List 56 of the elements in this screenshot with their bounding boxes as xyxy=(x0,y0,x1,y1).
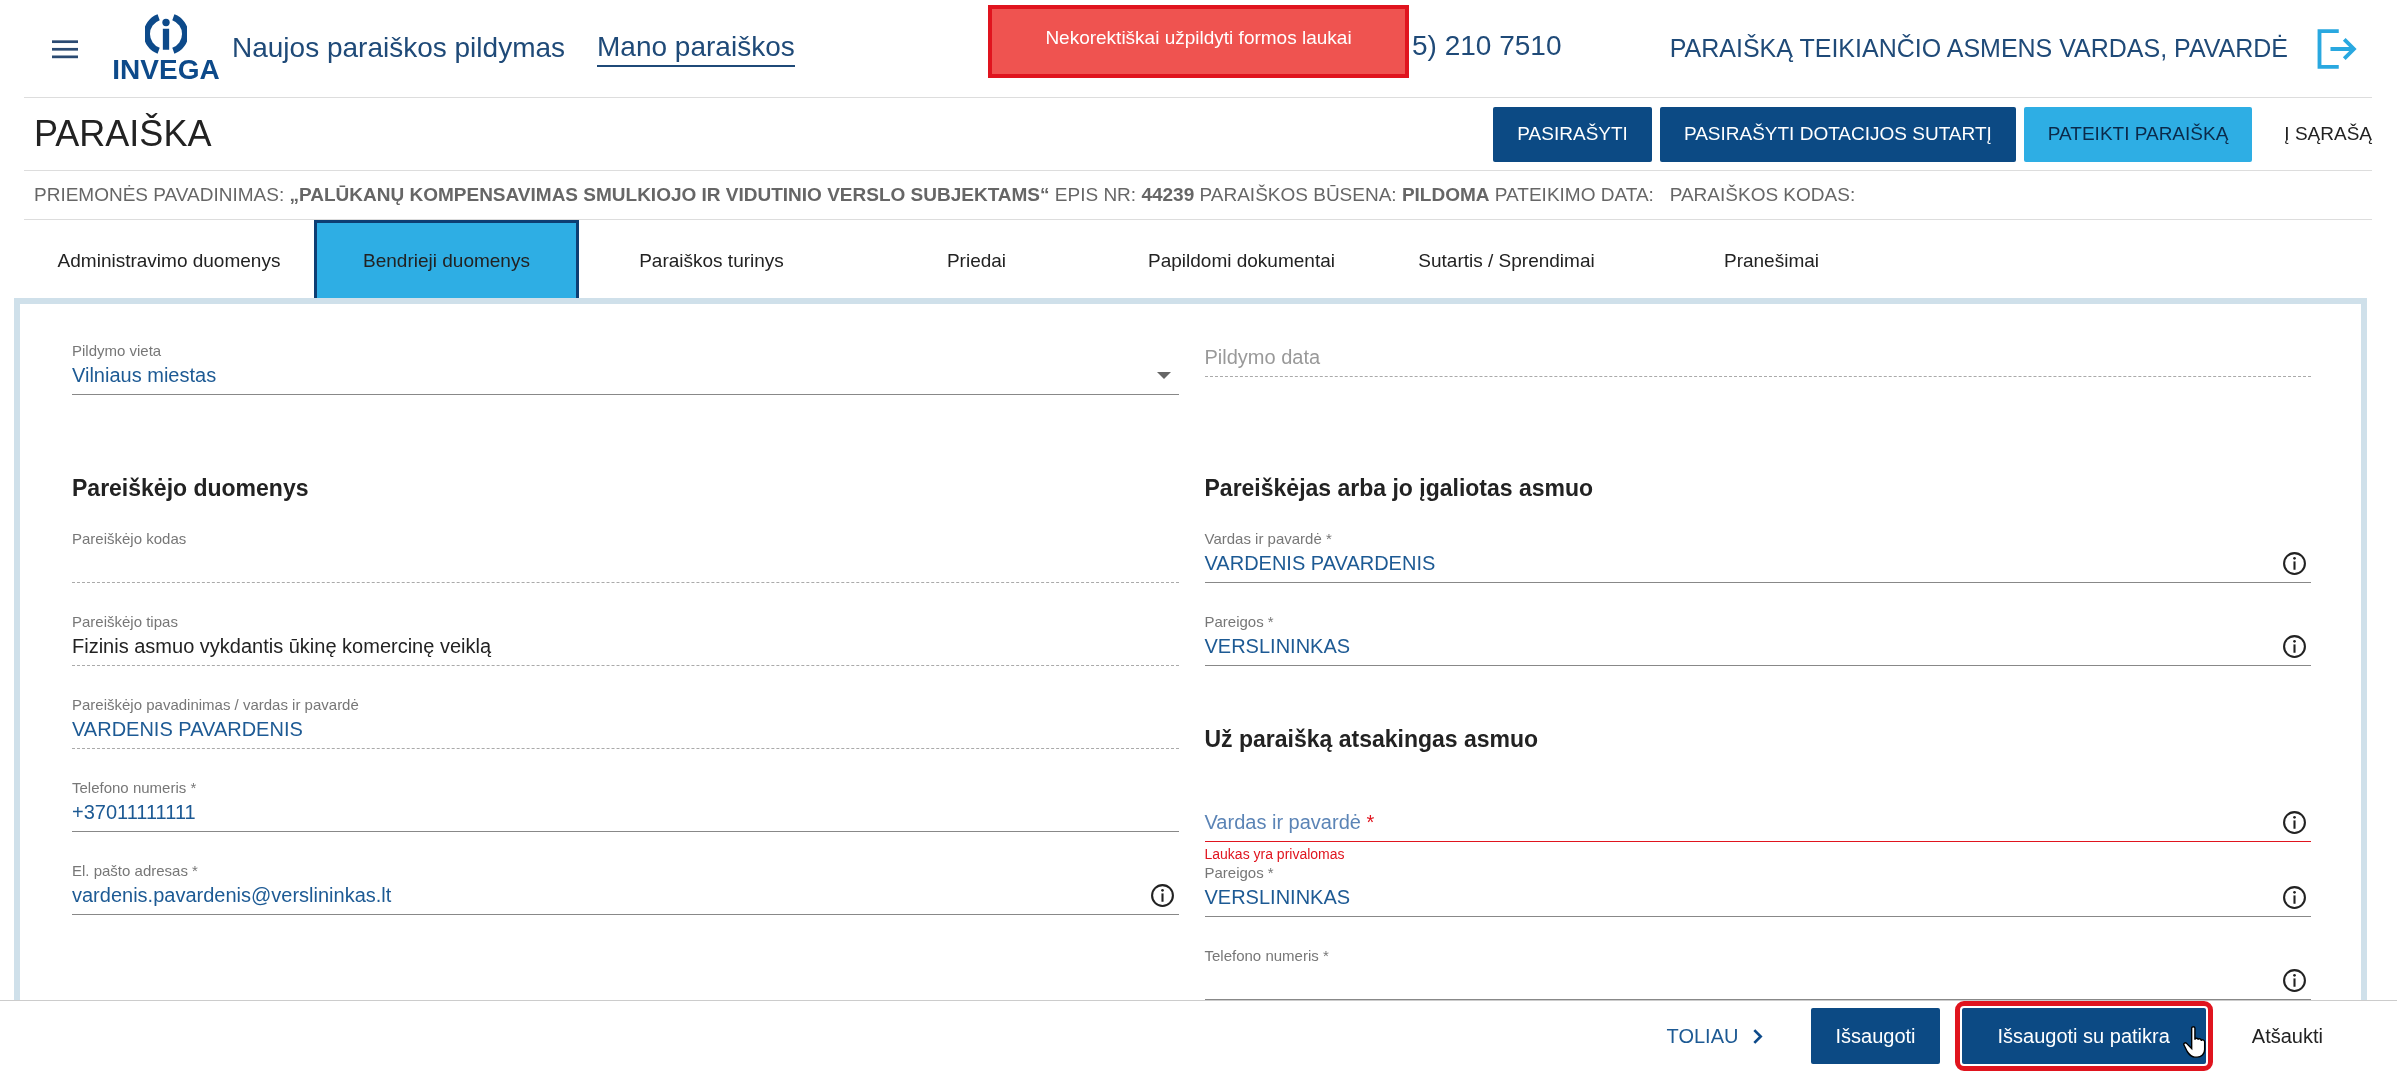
field-label: Pareigos * xyxy=(1204,864,1275,882)
tab[interactable]: Priedai xyxy=(844,220,1109,298)
input-field[interactable]: +37011111111 xyxy=(72,797,1179,832)
logo-icon xyxy=(145,12,187,55)
nav-link[interactable]: Mano paraiškos xyxy=(597,30,795,67)
logo-text: INVEGA xyxy=(112,54,220,85)
action-button[interactable]: Į SĄRAŠĄ xyxy=(2260,106,2372,162)
info-icon[interactable] xyxy=(2282,550,2307,576)
tab[interactable]: Bendrieji duomenys xyxy=(314,220,579,298)
input-field[interactable]: Fizinis asmuo vykdantis ūkinę komercinę veiklą xyxy=(72,631,1179,666)
field-label: Pareiškėjo kodas xyxy=(72,530,188,548)
action-button[interactable]: PASIRAŠYTI xyxy=(1493,106,1652,162)
input-field[interactable]: VARDENIS PAVARDENIS xyxy=(72,714,1179,749)
footer-button[interactable]: Išsaugoti xyxy=(1811,1008,1940,1064)
info-icon[interactable] xyxy=(2282,633,2307,659)
action-button[interactable]: PATEIKTI PARAIŠKĄ xyxy=(2023,106,2253,162)
input-field[interactable]: vardenis.pavardenis@verslininkas.lt xyxy=(72,880,1179,915)
action-button[interactable]: PASIRAŠYTI DOTACIJOS SUTARTĮ xyxy=(1659,106,2016,162)
info-icon[interactable] xyxy=(2282,884,2307,910)
chevron-right-icon xyxy=(1752,1027,1764,1045)
input-field[interactable]: Pildymo data xyxy=(1204,345,2311,369)
footer-button[interactable]: TOLIAU xyxy=(1642,1008,1788,1064)
tab[interactable]: Paraiškos turinys xyxy=(579,220,844,298)
input-field[interactable]: VERSLININKAS xyxy=(1204,631,2311,666)
field-label: Pareiškėjo pavadinimas / vardas ir pavardė xyxy=(72,696,360,714)
info-icon[interactable] xyxy=(1149,882,1175,908)
section-heading: Už paraišką atsakingas asmuo xyxy=(1204,726,1540,753)
dropdown-caret-icon xyxy=(1156,371,1171,379)
footer-button[interactable]: Atšaukti xyxy=(2227,1008,2347,1064)
nav-link[interactable]: Naujos paraiškos pildymas xyxy=(232,31,566,66)
field-label: El. pašto adresas * xyxy=(72,862,199,880)
tab[interactable]: Sutartis / Sprendimai xyxy=(1374,220,1639,298)
tab[interactable]: Papildomi dokumentai xyxy=(1109,220,1374,298)
tab[interactable]: Pranešimai xyxy=(1639,220,1904,298)
field-label: Telefono numeris * xyxy=(72,779,198,797)
info-icon[interactable] xyxy=(2282,809,2307,835)
menu-icon[interactable] xyxy=(52,38,78,59)
input-field[interactable]: VARDENIS PAVARDENIS xyxy=(1204,548,2311,583)
input-field[interactable]: VERSLININKAS xyxy=(1204,882,2311,917)
application-info: PRIEMONĖS PAVADINIMAS: „PALŪKANŲ KOMPENSAVIMAS SMULKIOJO IR VIDUTINIO VERSLO SUBJEKTAMS“ EPIS NR: 44239 PARAIŠKOS BŪSENA: PILDOMA PATEIKIMO DATA: PARAIŠKOS KODAS: xyxy=(34,184,1856,206)
field-label: Pareigos * xyxy=(1204,613,1275,631)
tab[interactable]: Administravimo duomenys xyxy=(24,220,314,298)
field-label: Pildymo vieta xyxy=(72,342,163,360)
phone-number: 5) 210 7510 xyxy=(1412,30,1562,62)
field-label: Telefono numeris * xyxy=(1204,947,1330,965)
input-field[interactable]: Vardas ir pavardė * xyxy=(1204,807,2311,842)
page-title: PARAIŠKA xyxy=(34,113,212,155)
info-icon[interactable] xyxy=(2282,967,2307,993)
field-label: Pareiškėjo tipas xyxy=(72,613,179,631)
field-label: Vardas ir pavardė * xyxy=(1204,530,1333,548)
section-heading: Pareiškėjo duomenys xyxy=(72,475,310,502)
section-heading: Pareiškėjas arba jo įgaliotas asmuo xyxy=(1204,475,1595,502)
dropdown-field[interactable]: Vilniaus miestas xyxy=(72,360,1179,395)
user-name: PARAIŠKĄ TEIKIANČIO ASMENS VARDAS, PAVARDĖ xyxy=(1669,34,2288,63)
error-toast: Nekorektiškai užpildyti formos laukai xyxy=(988,5,1409,78)
error-message: Laukas yra privalomas xyxy=(1204,846,1346,862)
